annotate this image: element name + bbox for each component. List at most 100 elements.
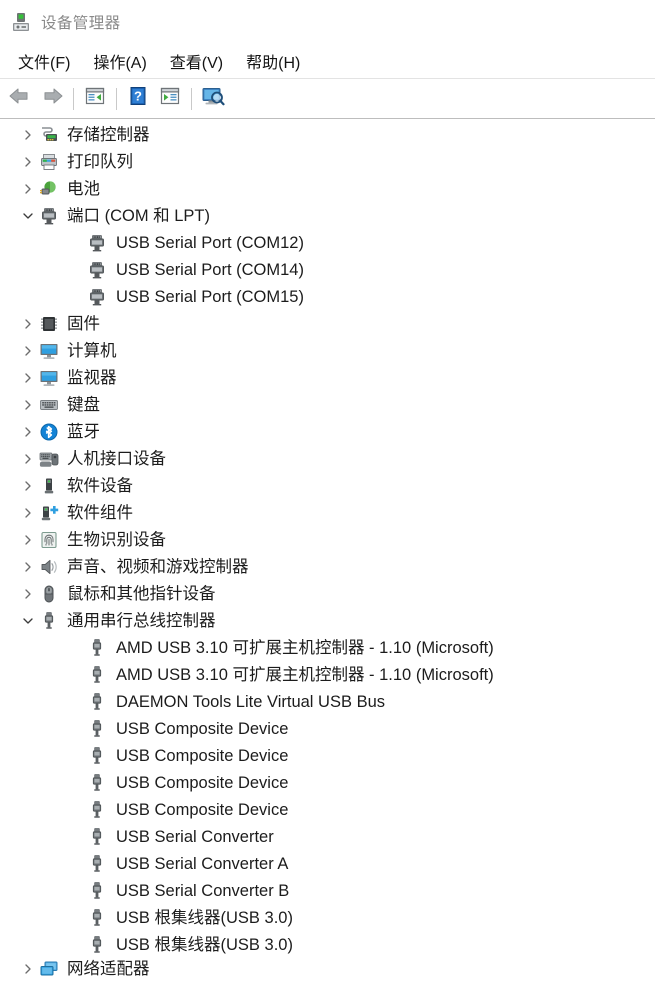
usb-icon xyxy=(86,719,108,739)
tree-row[interactable]: 声音、视频和游戏控制器 xyxy=(0,553,655,580)
biometric-icon xyxy=(38,530,60,550)
tree-row[interactable]: USB Serial Port (COM15) xyxy=(0,283,655,310)
tree-row-label: 通用串行总线控制器 xyxy=(67,611,216,630)
device-manager-icon xyxy=(10,11,32,33)
tree-row-label: 声音、视频和游戏控制器 xyxy=(67,557,249,576)
tree-row[interactable]: AMD USB 3.10 可扩展主机控制器 - 1.10 (Microsoft) xyxy=(0,661,655,688)
chevron-right-icon[interactable] xyxy=(18,534,38,546)
tree-row[interactable]: USB Composite Device xyxy=(0,769,655,796)
toolbar-help[interactable]: ? xyxy=(122,84,154,114)
tree-row[interactable]: DAEMON Tools Lite Virtual USB Bus xyxy=(0,688,655,715)
usb-icon xyxy=(86,935,108,955)
tree-row[interactable]: USB Serial Converter xyxy=(0,823,655,850)
chevron-right-icon[interactable] xyxy=(18,480,38,492)
tree-row[interactable]: USB 根集线器(USB 3.0) xyxy=(0,904,655,931)
usb-icon xyxy=(86,638,108,658)
tree-row[interactable]: 键盘 xyxy=(0,391,655,418)
tree-row[interactable]: USB Composite Device xyxy=(0,715,655,742)
network-adapter-icon xyxy=(38,959,60,979)
tree-row[interactable]: AMD USB 3.10 可扩展主机控制器 - 1.10 (Microsoft) xyxy=(0,634,655,661)
chevron-right-icon[interactable] xyxy=(18,588,38,600)
chevron-right-icon[interactable] xyxy=(18,426,38,438)
tree-row[interactable]: 固件 xyxy=(0,310,655,337)
chevron-right-icon[interactable] xyxy=(18,399,38,411)
sound-icon xyxy=(38,557,60,577)
toolbar-separator-3 xyxy=(191,87,192,110)
tree-row[interactable]: 软件组件 xyxy=(0,499,655,526)
usb-icon xyxy=(86,827,108,847)
tree-row[interactable]: 通用串行总线控制器 xyxy=(0,607,655,634)
chevron-right-icon[interactable] xyxy=(18,183,38,195)
tree-row-label: USB Composite Device xyxy=(116,800,289,819)
tree-row[interactable]: 生物识别设备 xyxy=(0,526,655,553)
port-icon xyxy=(86,260,108,280)
chevron-right-icon[interactable] xyxy=(18,129,38,141)
tree-row-label: 键盘 xyxy=(67,395,100,414)
tree-row-label: USB Composite Device xyxy=(116,719,289,738)
menu-view[interactable]: 查看(V) xyxy=(161,47,232,76)
tree-row[interactable]: 存储控制器 xyxy=(0,121,655,148)
tree-row[interactable]: 计算机 xyxy=(0,337,655,364)
update-driver-icon xyxy=(159,86,181,111)
tree-row-label: 鼠标和其他指针设备 xyxy=(67,584,216,603)
tree-row-label: USB Serial Converter xyxy=(116,827,274,846)
chevron-right-icon[interactable] xyxy=(18,318,38,330)
title-bar: 设备管理器 xyxy=(0,0,655,44)
chevron-down-icon[interactable] xyxy=(18,616,38,626)
tree-row-label: 网络适配器 xyxy=(67,960,150,978)
tree-row[interactable]: 端口 (COM 和 LPT) xyxy=(0,202,655,229)
menu-file[interactable]: 文件(F) xyxy=(9,47,79,76)
chevron-right-icon[interactable] xyxy=(18,372,38,384)
battery-icon xyxy=(38,179,60,199)
chevron-right-icon[interactable] xyxy=(18,561,38,573)
window-title: 设备管理器 xyxy=(41,15,121,32)
tree-row[interactable]: USB 根集线器(USB 3.0) xyxy=(0,931,655,958)
tree-row[interactable]: 蓝牙 xyxy=(0,418,655,445)
tree-row[interactable]: 网络适配器 xyxy=(0,958,655,980)
tree-row-label: 端口 (COM 和 LPT) xyxy=(67,206,210,225)
tree-row[interactable]: 软件设备 xyxy=(0,472,655,499)
tree-row[interactable]: USB Serial Port (COM12) xyxy=(0,229,655,256)
tree-row[interactable]: USB Serial Converter A xyxy=(0,850,655,877)
tree-row[interactable]: USB Composite Device xyxy=(0,796,655,823)
tree-row[interactable]: 人机接口设备 xyxy=(0,445,655,472)
tree-row[interactable]: 鼠标和其他指针设备 xyxy=(0,580,655,607)
chevron-right-icon[interactable] xyxy=(18,345,38,357)
tree-row-label: 打印队列 xyxy=(67,152,133,171)
port-icon xyxy=(86,233,108,253)
menu-action[interactable]: 操作(A) xyxy=(84,47,155,76)
toolbar-update-driver[interactable] xyxy=(154,84,186,114)
tree-row-label: 软件设备 xyxy=(67,476,133,495)
toolbar-properties[interactable] xyxy=(79,84,111,114)
tree-row[interactable]: USB Serial Port (COM14) xyxy=(0,256,655,283)
toolbar-forward[interactable] xyxy=(36,84,68,114)
usb-icon xyxy=(86,692,108,712)
tree-row[interactable]: 监视器 xyxy=(0,364,655,391)
chevron-right-icon[interactable] xyxy=(18,156,38,168)
device-tree[interactable]: 存储控制器打印队列电池端口 (COM 和 LPT) USB Serial Port… xyxy=(0,119,655,995)
tree-row-label: USB Serial Port (COM14) xyxy=(116,260,304,279)
tree-row-label: 软件组件 xyxy=(67,503,133,522)
software-component-icon xyxy=(38,503,60,523)
tree-row-label: USB 根集线器(USB 3.0) xyxy=(116,908,293,927)
tree-row-label: USB Composite Device xyxy=(116,746,289,765)
menu-help[interactable]: 帮助(H) xyxy=(237,47,309,76)
tree-row-label: AMD USB 3.10 可扩展主机控制器 - 1.10 (Microsoft) xyxy=(116,665,494,684)
usb-icon xyxy=(86,908,108,928)
toolbar-scan-hardware[interactable] xyxy=(197,84,229,114)
chevron-right-icon[interactable] xyxy=(18,453,38,465)
chevron-down-icon[interactable] xyxy=(18,211,38,221)
usb-icon xyxy=(86,665,108,685)
tree-row-label: USB Serial Converter A xyxy=(116,854,289,873)
tree-row[interactable]: 电池 xyxy=(0,175,655,202)
keyboard-icon xyxy=(38,395,60,415)
tree-row-label: USB 根集线器(USB 3.0) xyxy=(116,935,293,954)
toolbar: ? xyxy=(0,79,655,119)
tree-row[interactable]: USB Serial Converter B xyxy=(0,877,655,904)
chevron-right-icon[interactable] xyxy=(18,963,38,975)
tree-row[interactable]: USB Composite Device xyxy=(0,742,655,769)
toolbar-back[interactable] xyxy=(4,84,36,114)
tree-row[interactable]: 打印队列 xyxy=(0,148,655,175)
chevron-right-icon[interactable] xyxy=(18,507,38,519)
tree-row-label: 生物识别设备 xyxy=(67,530,166,549)
